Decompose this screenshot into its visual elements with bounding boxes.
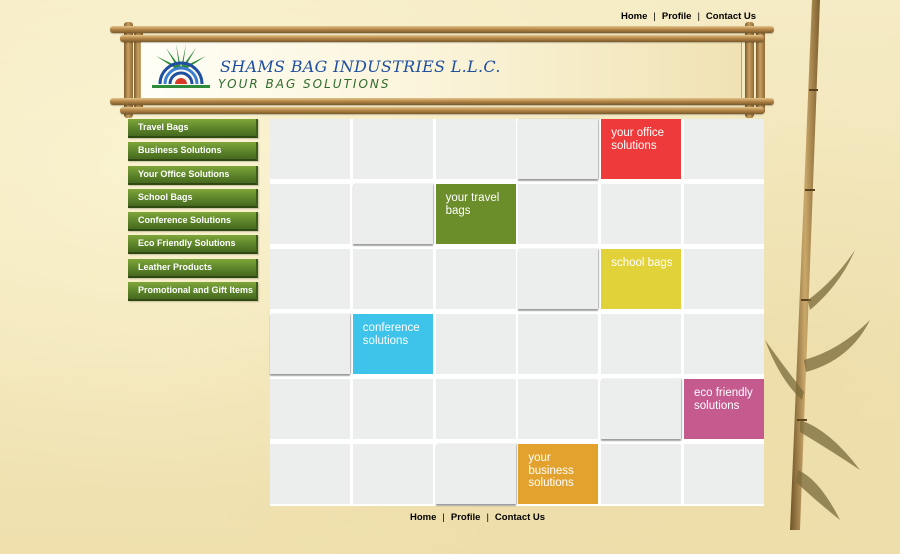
grid-cell [270,314,350,374]
grid-cell [684,249,764,309]
grid-cell [435,314,516,374]
nav-separator: | [653,11,656,22]
grid-cell [684,184,764,244]
menu-item-business-solutions[interactable]: Business Solutions [128,142,258,162]
bamboo-decoration-icon [765,0,870,530]
tile-travel-bags[interactable]: your travel bags [435,184,516,244]
tile-school-bags[interactable]: school bags [601,249,682,309]
menu-item-promotional-gift-items[interactable]: Promotional and Gift Items [128,282,258,302]
grid-cell [684,444,764,504]
grid-cell [518,379,599,439]
header-banner: SHAMS BAG INDUSTRIES L.L.C. YOUR BAG SOL… [110,22,774,118]
tile-office-solutions[interactable]: your office solutions [601,119,682,179]
bamboo-rail [110,98,774,105]
bamboo-rail [120,35,764,42]
nav-separator: | [442,512,445,523]
menu-item-conference-solutions[interactable]: Conference Solutions [128,212,258,232]
grid-cell [435,444,516,504]
product-menu: Travel Bags Business Solutions Your Offi… [128,119,258,305]
grid-cell [601,314,682,374]
tile-business-solutions[interactable]: your business solutions [518,444,599,504]
nav-home-link[interactable]: Home [621,11,647,22]
grid-cell [601,379,682,439]
menu-item-leather-products[interactable]: Leather Products [128,258,258,278]
grid-cell [601,184,682,244]
grid-cell [684,119,764,179]
tile-label-line: solutions [362,334,409,347]
company-logo-icon [152,44,210,88]
tile-conference-solutions[interactable]: conference solutions [352,314,433,374]
menu-item-travel-bags[interactable]: Travel Bags [128,119,258,138]
grid-cell [601,444,682,504]
grid-cell [270,444,350,504]
category-tile-grid: your office solutions your travel bags schoo… [270,119,764,506]
tile-label-line: your travel [445,192,500,204]
tile-label-line: eco friendly [694,387,753,399]
grid-cell [684,314,764,374]
grid-cell [270,249,350,309]
grid-cell [352,379,433,439]
nav-contact-link[interactable]: Contact Us [706,11,756,22]
nav-profile-link[interactable]: Profile [662,11,692,22]
grid-cell [435,249,516,309]
grid-cell [352,119,433,179]
bamboo-rail [120,107,764,114]
tile-label-line: solutions [528,477,574,489]
grid-cell [270,119,350,179]
tile-label-line: conference [362,322,420,334]
menu-item-school-bags[interactable]: School Bags [128,188,258,208]
tile-label-line: bags [445,204,471,217]
footer-contact-link[interactable]: Contact Us [495,512,545,523]
grid-cell [270,379,350,439]
grid-cell [518,314,599,374]
tile-label-line: solutions [694,399,740,412]
tile-label-line: your [528,452,551,464]
menu-item-eco-friendly-solutions[interactable]: Eco Friendly Solutions [128,235,258,255]
footer-home-link[interactable]: Home [410,512,436,523]
grid-cell [352,444,433,504]
company-name: SHAMS BAG INDUSTRIES L.L.C. [220,57,501,76]
top-nav: Home | Profile | Contact Us [621,11,756,22]
nav-separator: | [486,512,489,523]
grid-cell [270,184,350,244]
nav-separator: | [697,11,700,22]
grid-cell [435,379,516,439]
tile-label-line: business [528,464,574,477]
tile-label-line: your office [611,127,665,139]
company-tagline: YOUR BAG SOLUTIONS [218,77,391,91]
tile-eco-friendly-solutions[interactable]: eco friendly solutions [684,379,764,439]
menu-item-office-solutions[interactable]: Your Office Solutions [128,165,258,185]
tile-label-line: solutions [611,139,657,152]
grid-cell [518,119,599,179]
grid-cell [518,184,599,244]
bamboo-rail [110,26,774,33]
grid-cell [435,119,516,179]
grid-cell [518,249,599,309]
tile-label-line: school bags [611,257,673,269]
footer-profile-link[interactable]: Profile [451,512,481,523]
grid-cell [352,184,433,244]
bottom-nav: Home | Profile | Contact Us [410,512,545,523]
grid-cell [352,249,433,309]
